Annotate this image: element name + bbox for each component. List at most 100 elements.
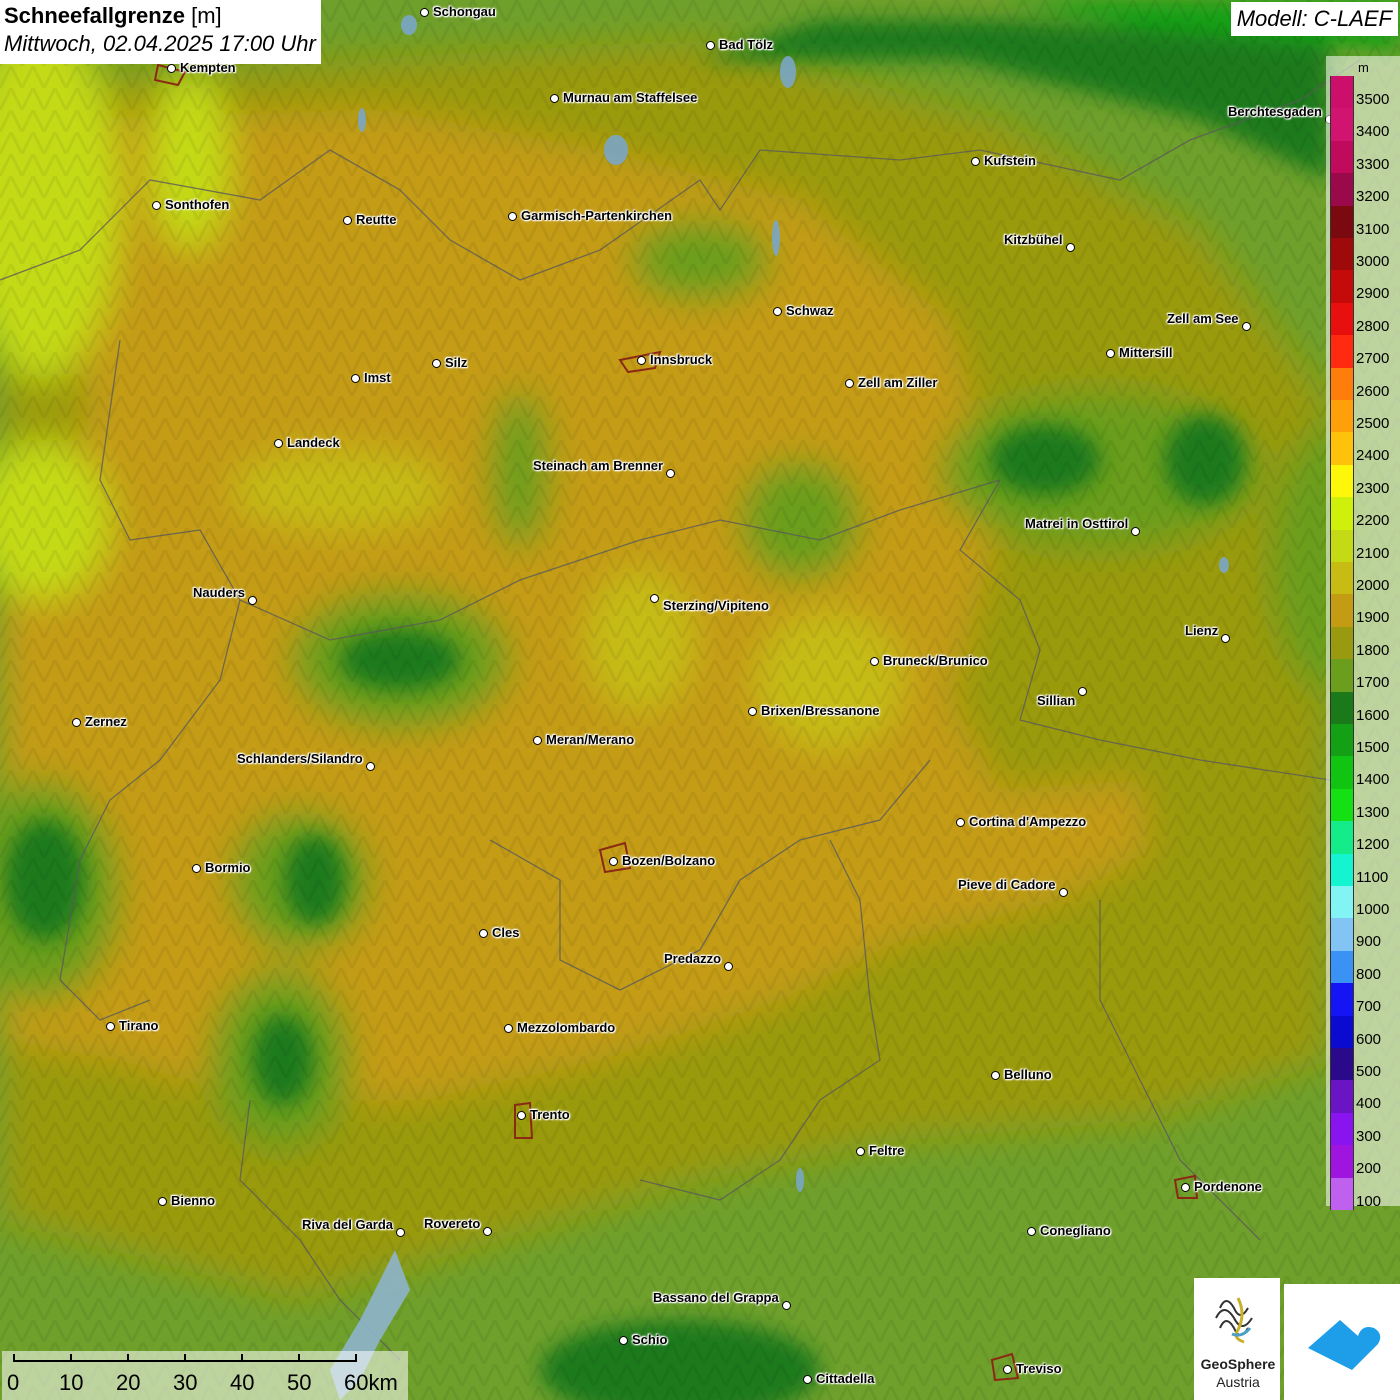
scale-tick [13,1354,15,1362]
snowfall-limit-map: Schneefallgrenze [m] Mittwoch, 02.04.202… [0,0,1400,1400]
scale-label: 60km [344,1370,398,1395]
scale-tick [184,1354,186,1362]
city-marker-icon [106,1022,115,1031]
city-label: Predazzo [664,951,733,971]
scale-tick [70,1354,72,1362]
legend-label: 3300 [1356,155,1390,173]
city-label: Zell am Ziller [845,375,937,390]
city-label: Reutte [343,212,397,227]
legend-swatch [1330,367,1354,400]
city-name: Cles [492,925,520,940]
legend-swatch [1330,594,1354,627]
city-marker-icon [971,157,980,166]
city-name: Innsbruck [650,352,713,367]
city-marker-icon [637,356,646,365]
city-name: Trento [530,1107,570,1122]
legend-label: 900 [1356,933,1382,951]
legend-label: 1100 [1356,868,1389,886]
legend-swatch [1330,1145,1354,1178]
city-marker-icon [956,818,965,827]
city-label: Pordenone [1181,1179,1262,1194]
city-label: Bruneck/Brunico [870,653,988,668]
city-marker-icon [432,359,441,368]
city-name: Imst [364,370,391,385]
city-name: Schio [632,1332,668,1347]
city-marker-icon [609,857,618,866]
scale-label: 40 [230,1370,255,1395]
city-name: Feltre [869,1143,905,1158]
city-name: Brixen/Bressanone [761,703,880,718]
legend-unit: m [1358,60,1369,75]
legend-label: 1300 [1356,803,1390,821]
city-label: Rovereto [424,1216,492,1236]
city-marker-icon [152,201,161,210]
legend-swatch [1330,626,1354,660]
legend-label: 2300 [1356,479,1390,497]
scale-label: 10 [59,1370,84,1395]
legend-label: 3000 [1356,253,1390,270]
city-label: Bassano del Grappa [653,1290,791,1310]
legend-label: 2400 [1356,447,1390,465]
city-marker-icon [351,374,360,383]
city-marker-icon [504,1024,513,1033]
city-name: Riva del Garda [302,1217,394,1232]
city-marker-icon [803,1375,812,1384]
city-label: Meran/Merano [533,732,635,747]
city-marker-icon [420,8,429,17]
city-label: Trento [517,1107,570,1122]
city-name: Sillian [1037,693,1076,708]
scale-label: 50 [287,1370,312,1395]
city-marker-icon [1242,322,1251,331]
city-name: Sterzing/Vipiteno [663,598,769,613]
legend-label: 2500 [1356,415,1390,432]
legend-swatch [1330,724,1354,757]
city-marker-icon [343,216,352,225]
city-label: Sonthofen [152,197,229,212]
scale-label: 20 [116,1370,141,1395]
legend-label: 1600 [1356,706,1390,724]
legend-swatch [1330,432,1354,465]
city-name: Garmisch-Partenkirchen [521,208,673,223]
city-marker-icon [517,1111,526,1120]
city-name: Bormio [205,860,251,875]
legend-label: 800 [1356,965,1382,983]
legend-swatch [1330,108,1354,141]
city-label: Belluno [991,1067,1052,1082]
map-title: Schneefallgrenze [m] Mittwoch, 02.04.202… [0,0,321,64]
legend-label: 300 [1356,1127,1382,1145]
legend-swatch [1330,76,1354,109]
legend-label: 2600 [1356,382,1390,400]
legend-label: 1500 [1356,739,1390,756]
legend-swatch [1330,464,1354,498]
city-name: Zernez [85,714,127,729]
legend-label: 3500 [1356,91,1390,108]
city-label: Feltre [856,1143,905,1158]
legend-label: 200 [1356,1160,1382,1178]
city-marker-icon [748,707,757,716]
legend-swatch [1330,950,1354,984]
city-name: Tirano [119,1018,159,1033]
city-marker-icon [508,212,517,221]
legend-label: 1800 [1356,641,1390,659]
city-name: Reutte [356,212,397,227]
city-label: Landeck [274,435,340,450]
scale-label: 30 [173,1370,198,1395]
city-name: Zell am See [1167,311,1239,326]
city-name: Nauders [193,585,246,600]
city-name: Mezzolombardo [517,1020,616,1035]
city-label: Kufstein [971,153,1036,168]
city-label: Zernez [72,714,127,729]
city-label: Silz [432,355,467,370]
city-name: Murnau am Staffelsee [563,90,698,105]
scale-tick [241,1354,243,1362]
city-marker-icon [1003,1365,1012,1374]
city-name: Meran/Merano [546,732,635,747]
scale-tick [298,1354,300,1362]
city-label: Bormio [192,860,251,875]
city-name: Kitzbühel [1004,232,1063,247]
legend-swatch [1330,497,1354,530]
city-label: Sillian [1037,687,1087,708]
legend-swatch [1330,659,1354,692]
city-name: Cittadella [816,1371,875,1386]
legend-label: 2000 [1356,577,1390,594]
